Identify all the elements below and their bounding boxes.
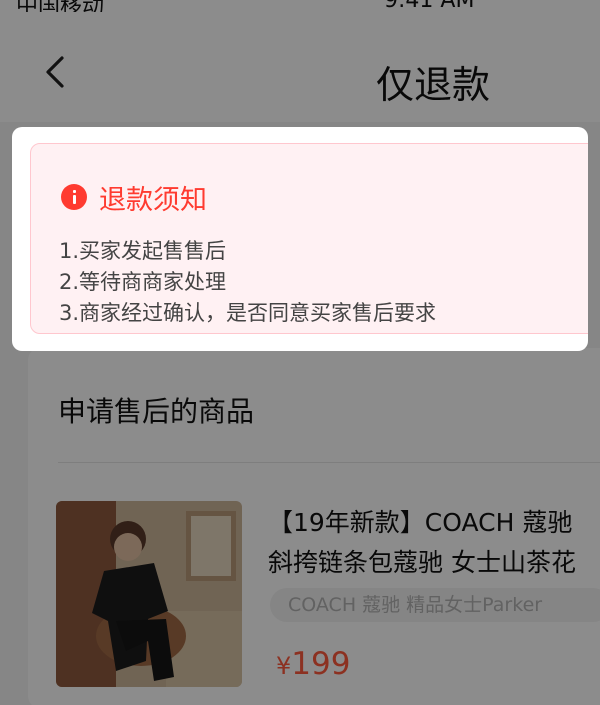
info-icon <box>61 184 87 210</box>
refund-notice-popup: 退款须知 1.买家发起售售后 2.等待商商家处理 3.商家经过确认，是否同意买家… <box>12 127 588 351</box>
notice-item: 3.商家经过确认，是否同意买家售后要求 <box>59 301 437 325</box>
notice-title: 退款须知 <box>99 185 207 216</box>
modal-overlay[interactable] <box>0 0 600 705</box>
notice-list: 1.买家发起售售后 2.等待商商家处理 3.商家经过确认，是否同意买家售后要求 <box>59 236 436 329</box>
refund-notice-box: 退款须知 1.买家发起售售后 2.等待商商家处理 3.商家经过确认，是否同意买家… <box>30 143 588 334</box>
notice-item: 1.买家发起售售后 <box>59 239 227 263</box>
notice-item: 2.等待商商家处理 <box>59 270 227 294</box>
